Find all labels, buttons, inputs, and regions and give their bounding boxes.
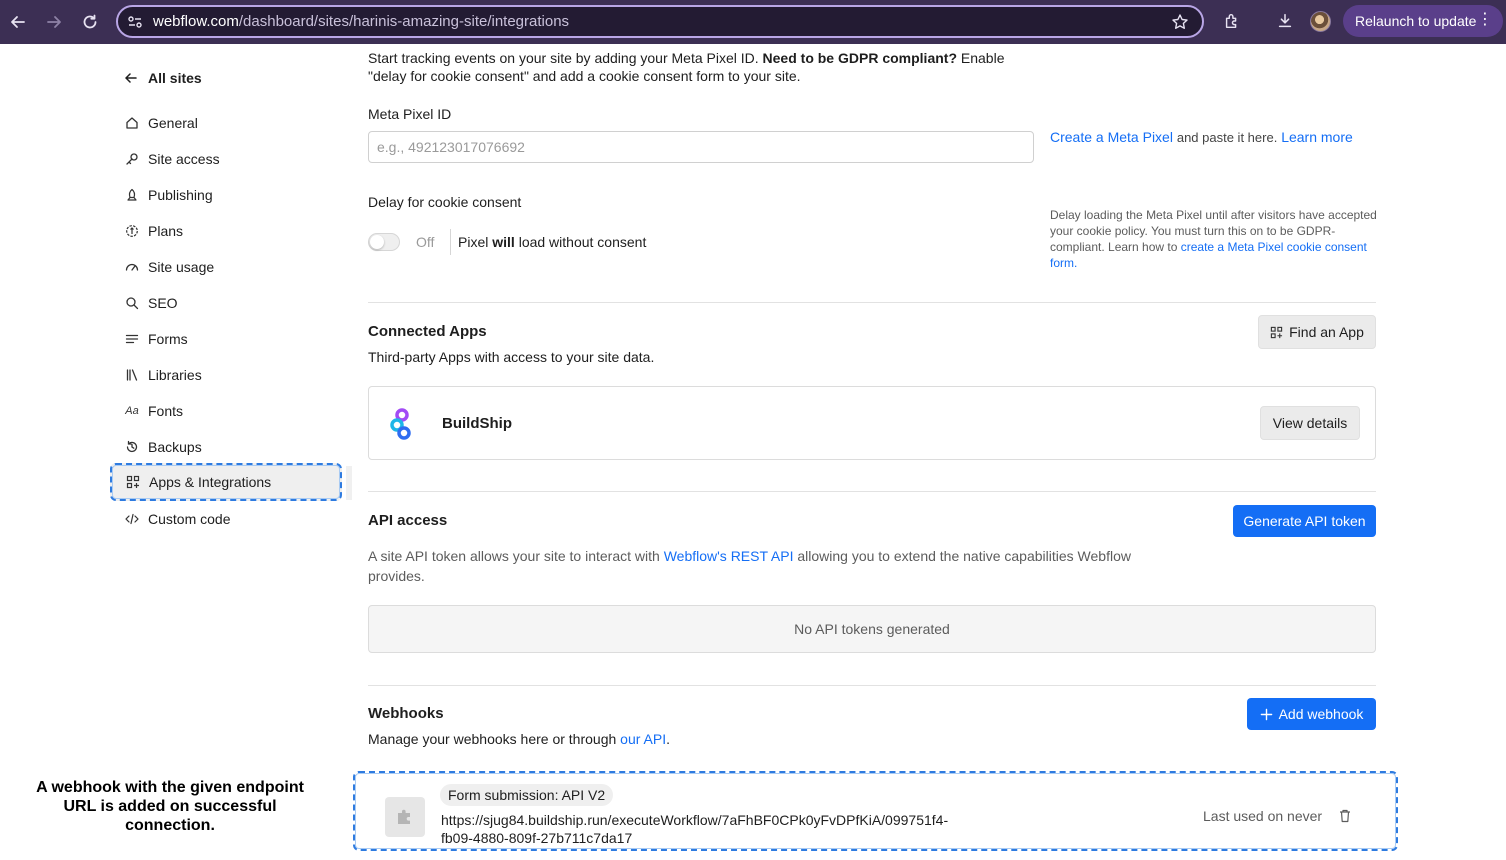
view-details-button[interactable]: View details [1260, 406, 1360, 440]
browser-toolbar: webflow.com/dashboard/sites/harinis-amaz… [0, 0, 1506, 44]
sidebar-item-libraries[interactable]: Libraries [124, 365, 202, 385]
sidebar-item-label: Apps & Integrations [149, 474, 272, 490]
tutorial-annotation: A webhook with the given endpoint URL is… [36, 779, 304, 834]
sidebar-item-label: Publishing [148, 187, 213, 203]
meta-pixel-id-label: Meta Pixel ID [368, 106, 452, 122]
find-an-app-button[interactable]: Find an App [1258, 315, 1376, 349]
all-sites-link[interactable]: All sites [124, 68, 202, 88]
webhook-url: https://sjug84.buildship.run/executeWork… [441, 812, 949, 846]
toggle-state-text: Off [416, 234, 435, 250]
download-icon[interactable] [1274, 10, 1296, 32]
sidebar-item-custom-code[interactable]: Custom code [124, 509, 230, 529]
reload-icon[interactable] [76, 8, 104, 36]
app-name: BuildShip [442, 415, 512, 432]
webhook-last-used: Last used on never [1203, 808, 1323, 824]
sidebar-item-apps-integrations[interactable]: Apps & Integrations [110, 463, 342, 501]
webhook-puzzle-icon [385, 797, 425, 837]
sidebar-item-label: Plans [148, 223, 184, 239]
sidebar-item-site-access[interactable]: Site access [124, 149, 220, 169]
sidebar-item-forms[interactable]: Forms [124, 329, 188, 349]
plans-icon [124, 223, 140, 239]
section-divider [368, 302, 1376, 303]
backup-icon [124, 439, 140, 455]
home-icon [124, 115, 140, 131]
buildship-logo-icon [390, 408, 411, 440]
webhooks-description: Manage your webhooks here or through our… [368, 731, 670, 747]
section-divider [368, 491, 1376, 492]
delay-help-text: Delay loading the Meta Pixel until after… [1050, 208, 1377, 270]
sidebar-item-label: SEO [148, 295, 178, 311]
sidebar-item-label: Custom code [148, 511, 231, 527]
help-text: and paste it here. [1176, 130, 1278, 145]
sidebar-item-publishing[interactable]: Publishing [124, 185, 213, 205]
apps-icon [125, 474, 141, 490]
relaunch-button[interactable]: Relaunch to update ⋮ [1343, 5, 1503, 37]
meta-pixel-intro: Start tracking events on your site by ad… [368, 50, 1005, 84]
sidebar-item-general[interactable]: General [124, 113, 198, 133]
our-api-link[interactable]: our API [620, 731, 666, 747]
toggle-knob [370, 235, 384, 249]
api-access-description: A site API token allows your site to int… [368, 548, 1131, 584]
address-bar[interactable]: webflow.com/dashboard/sites/harinis-amaz… [116, 5, 1204, 38]
forward-icon[interactable] [40, 8, 68, 36]
gauge-icon [124, 259, 140, 275]
delay-cookie-label: Delay for cookie consent [368, 194, 522, 210]
sidebar-item-label: Libraries [148, 367, 202, 383]
toggle-description: Pixel will load without consent [458, 234, 647, 250]
rocket-icon [124, 187, 140, 203]
meta-pixel-id-input[interactable] [368, 131, 1034, 163]
learn-more-link[interactable]: Learn more [1281, 129, 1353, 145]
back-icon[interactable] [4, 8, 32, 36]
sidebar-item-seo[interactable]: SEO [124, 293, 178, 313]
sidebar-item-plans[interactable]: Plans [124, 221, 183, 241]
connected-app-card: BuildShip View details [368, 386, 1376, 460]
sidebar-item-fonts[interactable]: Aa Fonts [124, 401, 183, 421]
sidebar-item-site-usage[interactable]: Site usage [124, 257, 214, 277]
extensions-icon[interactable] [1221, 10, 1243, 32]
add-webhook-button[interactable]: Add webhook [1247, 698, 1376, 730]
fonts-icon: Aa [125, 405, 139, 417]
generate-api-token-button[interactable]: Generate API token [1233, 505, 1376, 537]
cookie-consent-toggle[interactable] [368, 233, 400, 251]
key-icon [124, 151, 140, 167]
sidebar-item-label: Backups [148, 439, 202, 455]
trash-icon[interactable] [1338, 808, 1352, 824]
search-icon [124, 295, 140, 311]
rest-api-link[interactable]: Webflow's REST API [664, 548, 794, 564]
connected-apps-title: Connected Apps [368, 323, 487, 340]
sidebar-item-label: Fonts [148, 403, 184, 419]
sidebar-item-backups[interactable]: Backups [124, 437, 202, 457]
apps-icon [1270, 326, 1283, 338]
sidebar-item-label: General [148, 115, 198, 131]
section-divider [368, 685, 1376, 686]
webhook-trigger-badge: Form submission: API V2 [440, 784, 614, 806]
create-meta-pixel-link[interactable]: Create a Meta Pixel [1050, 129, 1173, 145]
bookmark-star-icon[interactable] [1171, 13, 1189, 31]
webhook-row: Form submission: API V2 https://sjug84.b… [353, 771, 1398, 851]
more-menu-icon[interactable]: ⋮ [1477, 12, 1493, 28]
connected-apps-subtitle: Third-party Apps with access to your sit… [368, 349, 655, 365]
sidebar-item-label: Site usage [148, 259, 215, 275]
meta-pixel-help: Create a Meta Pixel and paste it here. L… [1050, 129, 1353, 145]
sidebar-scroll-indicator [346, 466, 352, 500]
webhooks-title: Webhooks [368, 705, 444, 722]
api-tokens-empty-state: No API tokens generated [368, 605, 1376, 653]
sidebar-item-label: Site access [148, 151, 220, 167]
sidebar-item-label: Forms [148, 331, 188, 347]
plus-icon [1260, 708, 1272, 720]
site-settings-icon[interactable] [127, 14, 143, 30]
libraries-icon [124, 367, 140, 383]
divider [450, 229, 451, 255]
profile-avatar[interactable] [1310, 11, 1331, 32]
api-access-title: API access [368, 512, 448, 529]
url-text: webflow.com/dashboard/sites/harinis-amaz… [153, 13, 570, 30]
forms-icon [124, 331, 140, 347]
arrow-left-icon [125, 73, 137, 83]
code-icon [124, 511, 140, 527]
